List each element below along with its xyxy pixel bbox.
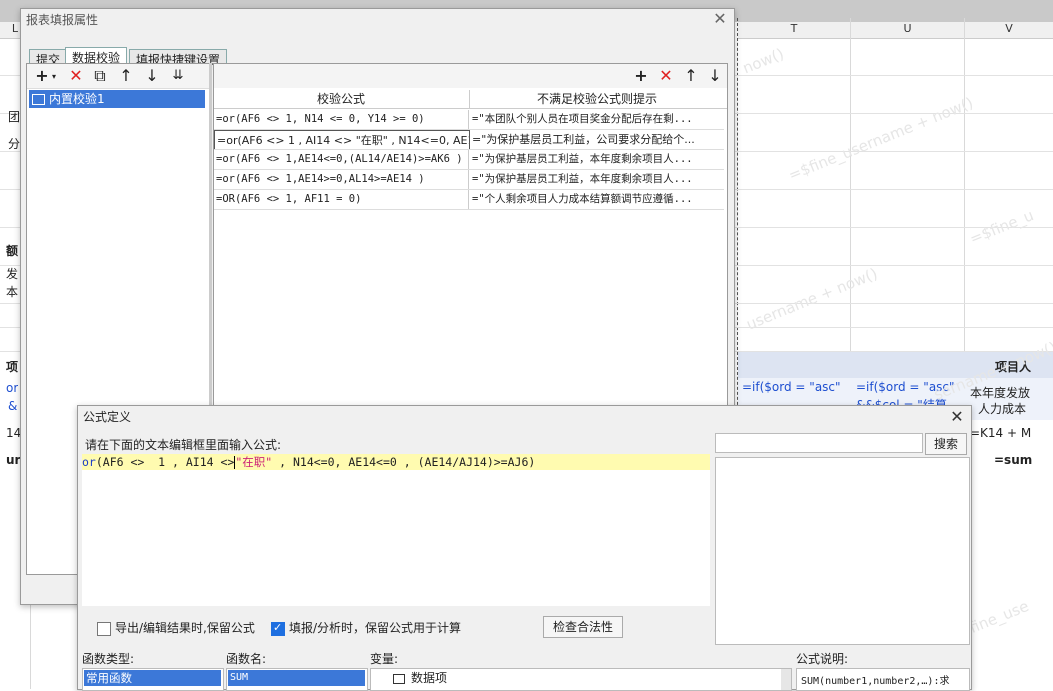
col-header-t[interactable]: T <box>738 22 850 39</box>
search-input[interactable] <box>715 433 923 453</box>
formula-args: (AF6 <> 1 , AI14 <> <box>95 455 235 469</box>
table-toolbar: + ✕ ↑ ↓ <box>214 64 727 88</box>
formula-description-label: 公式说明: <box>796 652 849 666</box>
copy-icon[interactable]: ⧉ <box>91 67 109 85</box>
formula-editor-line[interactable]: or(AF6 <> 1 , AI14 <>"在职" , N14<=0, AE14… <box>82 454 710 470</box>
function-type-label: 函数类型: <box>82 652 135 666</box>
row-up-icon[interactable]: ↑ <box>682 67 700 85</box>
formula-keyword: or <box>82 455 96 469</box>
left-cell-1[interactable]: 团 <box>8 108 20 125</box>
function-type-item[interactable]: 常用函数 <box>84 670 221 686</box>
formula-editor[interactable]: or(AF6 <> 1 , AI14 <>"在职" , N14<=0, AE14… <box>82 454 710 606</box>
formula-string: "在职" <box>235 455 273 469</box>
left-cell-5[interactable]: 本 <box>6 283 18 300</box>
check-validity-button[interactable]: 检查合法性 <box>543 616 623 638</box>
variable-item-label: 数据项 <box>411 671 448 685</box>
function-name-list[interactable]: SUM <box>226 668 368 691</box>
col-header-u[interactable]: U <box>851 22 964 39</box>
table-row[interactable]: =or(AF6 <> 1, N14 <= 0, Y14 >= 0) ="本团队个… <box>214 110 724 130</box>
table-row[interactable]: =or(AF6 <> 1,AE14>=0,AL14>=AE14 ) ="为保护基… <box>214 170 724 190</box>
tree-item-builtin-validation[interactable]: 内置校验1 <box>29 90 205 108</box>
cell-sum-formula[interactable]: =sum <box>994 453 1032 467</box>
keep-formula-fill-checkbox[interactable]: 填报/分析时，保留公式用于计算 <box>271 619 461 636</box>
dialog-title: 公式定义 <box>83 410 132 424</box>
list-icon <box>393 673 405 684</box>
scrollbar[interactable] <box>781 669 791 690</box>
function-name-item[interactable]: SUM <box>228 670 365 686</box>
close-icon[interactable]: ✕ <box>949 409 965 425</box>
left-cell-6[interactable]: 项 <box>6 358 18 375</box>
search-results-list[interactable] <box>715 457 970 645</box>
close-icon[interactable]: ✕ <box>712 11 728 27</box>
watermark: fine_use <box>966 596 1032 638</box>
sort-icon[interactable]: ⇊ <box>169 67 187 85</box>
col-header-v[interactable]: V <box>965 22 1053 39</box>
table-row[interactable]: =OR(AF6 <> 1, AF11 = 0) ="个人剩余项目人力成本结算额调… <box>214 190 724 210</box>
table-row[interactable]: =or(AF6 <> 1,AE14<=0,(AL14/AE14)>=AK6 ) … <box>214 150 724 170</box>
watermark: =$fine_username + now() <box>785 93 976 185</box>
cell-k14-formula[interactable]: =K14 + M <box>970 426 1031 440</box>
function-name-label: 函数名: <box>226 652 267 666</box>
delete-row-icon[interactable]: ✕ <box>657 67 675 85</box>
watermark: now() <box>740 44 787 78</box>
col-header-formula[interactable]: 校验公式 <box>214 90 468 108</box>
function-type-list[interactable]: 常用函数 <box>82 668 224 691</box>
table-row[interactable]: =or(AF6 <> 1 , AI14 <> "在职" , N14<=0, AE… <box>214 130 724 150</box>
checkbox-box-checked[interactable] <box>271 621 285 636</box>
left-cell-4[interactable]: 发 <box>6 265 18 282</box>
add-row-icon[interactable]: + <box>632 67 650 85</box>
checkbox-label: 填报/分析时，保留公式用于计算 <box>289 621 462 635</box>
formula-description-text: SUM(number1,number2,…):求 <box>801 676 950 687</box>
checkbox-box[interactable] <box>97 621 111 636</box>
watermark: username + now() <box>743 264 881 334</box>
list-icon <box>32 94 45 105</box>
variable-label: 变量: <box>370 652 399 666</box>
checkbox-label: 导出/编辑结果时,保留公式 <box>115 621 255 635</box>
move-up-icon[interactable]: ↑ <box>117 67 135 85</box>
formula-prompt: 请在下面的文本编辑框里面输入公式: <box>85 438 282 452</box>
dialog-title: 报表填报属性 <box>26 13 99 27</box>
formula-cell-t[interactable]: =if($ord = "asc" <box>742 380 841 394</box>
left-cell-9[interactable]: 14 <box>6 426 21 440</box>
formula-rest: , N14<=0, AE14<=0 , (AE14/AJ14)>=AJ6) <box>272 455 536 469</box>
tree-toolbar: + ▾ ✕ ⧉ ↑ ↓ ⇊ <box>27 64 209 89</box>
search-button[interactable]: 搜索 <box>925 433 967 455</box>
col-header-message[interactable]: 不满足校验公式则提示 <box>470 90 724 108</box>
table-header: 校验公式 不满足校验公式则提示 <box>214 90 727 109</box>
formula-description-box: SUM(number1,number2,…):求 <box>796 668 970 691</box>
variable-item-data[interactable]: 数据项 <box>393 671 447 685</box>
variable-tree[interactable]: 数据项 <box>370 668 792 691</box>
delete-icon[interactable]: ✕ <box>67 67 85 85</box>
text-cell-v-row2[interactable]: 人力成本 <box>978 400 1026 417</box>
move-down-icon[interactable]: ↓ <box>143 67 161 85</box>
tree-item-label: 内置校验1 <box>49 92 105 106</box>
row-down-icon[interactable]: ↓ <box>706 67 724 85</box>
left-cell-7[interactable]: or <box>6 381 18 395</box>
left-cell-3[interactable]: 额 <box>6 242 18 259</box>
keep-formula-export-checkbox[interactable]: 导出/编辑结果时,保留公式 <box>97 619 255 636</box>
left-cell-8[interactable]: & <box>8 399 17 413</box>
formula-definition-dialog: 公式定义 ✕ 请在下面的文本编辑框里面输入公式: or(AF6 <> 1 , A… <box>77 405 972 691</box>
dropdown-arrow-icon[interactable]: ▾ <box>45 68 63 86</box>
left-cell-10[interactable]: ur <box>6 453 20 467</box>
left-cell-2[interactable]: 分 <box>8 135 20 152</box>
